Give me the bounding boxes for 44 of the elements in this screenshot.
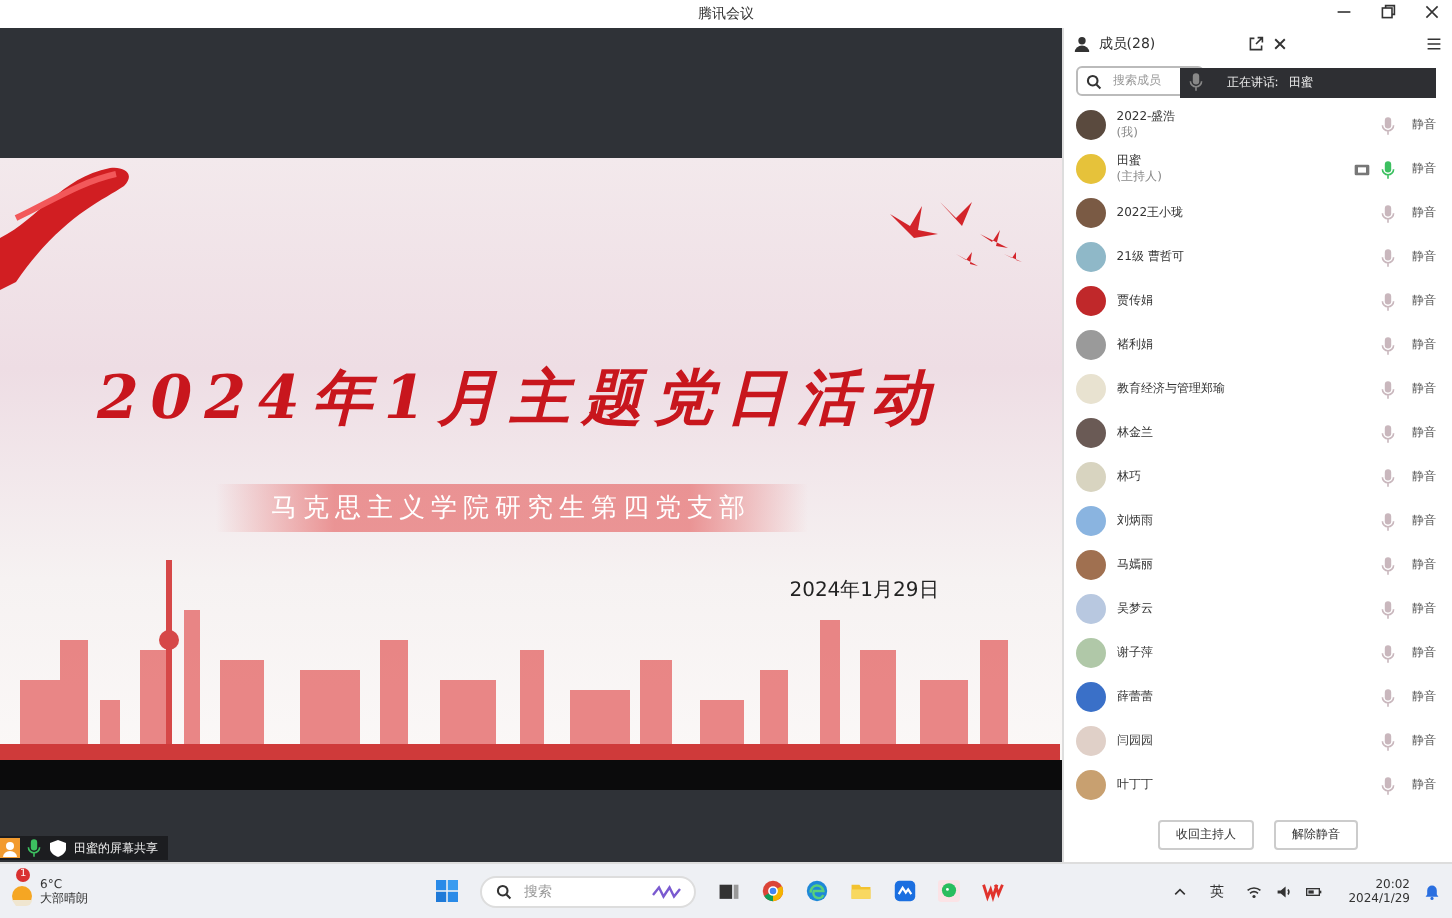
avatar <box>1076 374 1107 405</box>
avatar <box>1076 462 1107 493</box>
avatar <box>1076 418 1107 449</box>
meeting-app-icon[interactable] <box>894 880 916 903</box>
avatar <box>1076 550 1107 581</box>
wifi-icon[interactable] <box>1246 883 1263 900</box>
avatar <box>1076 110 1107 141</box>
shield-icon <box>48 838 68 859</box>
edge-browser-icon[interactable] <box>806 880 828 903</box>
menu-icon[interactable] <box>1426 35 1442 52</box>
avatar <box>1076 770 1107 801</box>
task-view-icon[interactable] <box>718 880 740 903</box>
avatar <box>1076 506 1107 537</box>
chrome-browser-icon[interactable] <box>762 880 784 903</box>
avatar <box>1076 638 1107 669</box>
avatar <box>1076 726 1107 757</box>
avatar <box>1076 286 1107 317</box>
close-icon[interactable] <box>1271 35 1288 52</box>
chevron-up-icon[interactable] <box>1172 883 1189 900</box>
avatar <box>1076 330 1107 361</box>
avatar <box>1076 198 1107 229</box>
search-icon <box>496 883 512 900</box>
avatar <box>1076 154 1107 185</box>
search-icon <box>1086 74 1103 91</box>
doodle-icon <box>650 881 686 902</box>
slide-date: 2024年1月29日 <box>789 577 939 604</box>
person-icon <box>1074 35 1091 52</box>
microphone-icon[interactable] <box>26 838 42 859</box>
avatar <box>1076 594 1107 625</box>
battery-icon[interactable] <box>1306 883 1323 900</box>
avatar <box>1076 242 1107 273</box>
close-icon[interactable] <box>1424 4 1440 20</box>
avatar <box>1076 682 1107 713</box>
restore-icon[interactable] <box>1380 4 1396 20</box>
speaker-icon[interactable] <box>1276 883 1293 900</box>
microphone-icon[interactable] <box>1188 72 1205 93</box>
chat-app-icon[interactable] <box>938 880 960 903</box>
slide-subtitle: 马克思主义学院研究生第四党支部 <box>215 483 808 532</box>
windows-start-icon[interactable] <box>436 880 458 903</box>
pop-out-icon[interactable] <box>1247 35 1264 52</box>
slide-title: 2024年1月主题党日活动 <box>96 361 942 438</box>
bell-icon[interactable] <box>1424 883 1440 900</box>
user-icon[interactable] <box>0 838 20 859</box>
office-app-icon[interactable] <box>982 880 1004 903</box>
